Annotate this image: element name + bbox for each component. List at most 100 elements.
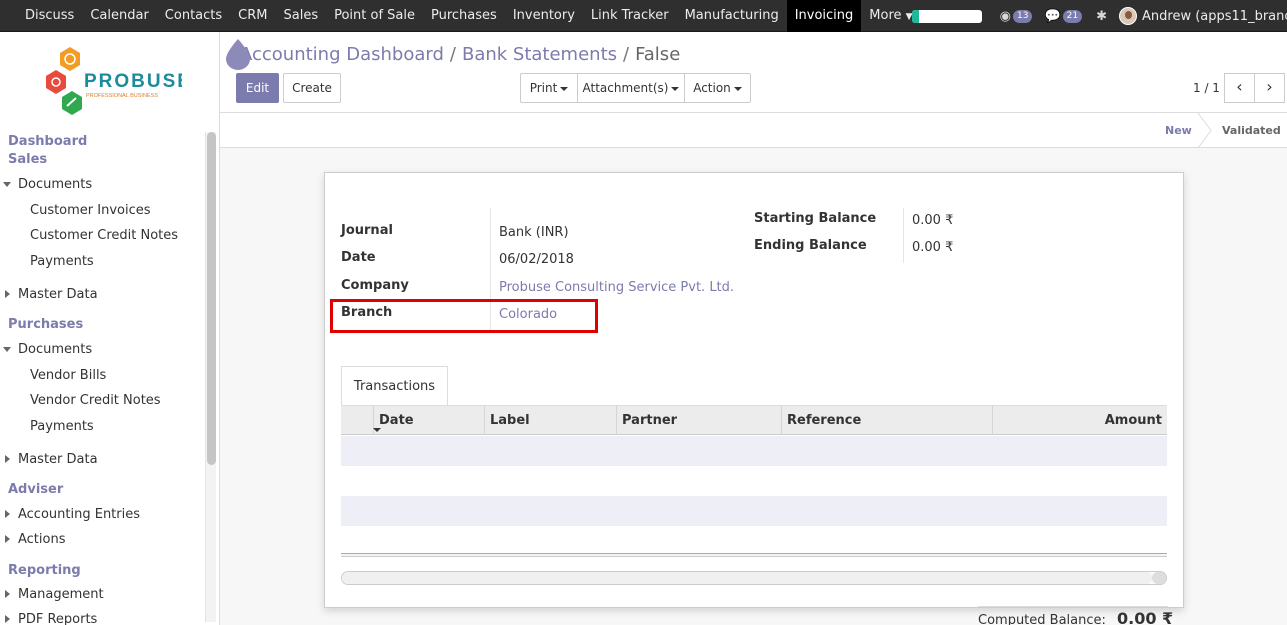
logo-tagline: PROFESSIONAL BUSINESS	[86, 93, 158, 99]
journal-label: Journal	[341, 223, 393, 238]
starting-balance-label: Starting Balance	[754, 211, 877, 226]
sidebar-purchases-master-data[interactable]: Master Data	[5, 452, 98, 467]
company-label: Company	[341, 278, 409, 293]
sidebar-management[interactable]: Management	[5, 587, 104, 602]
activity-icon[interactable]: ◉	[1000, 9, 1011, 24]
app-menu: Discuss Calendar Contacts CRM Sales Poin…	[17, 0, 921, 32]
edit-button[interactable]: Edit	[236, 73, 279, 103]
sidebar-pdf-reports-label: PDF Reports	[18, 612, 98, 625]
sidebar-sales-master-data-label: Master Data	[18, 287, 98, 302]
menu-calendar[interactable]: Calendar	[82, 0, 156, 32]
computed-balance-value: 0.00 ₹	[1117, 609, 1174, 625]
ending-balance-label: Ending Balance	[754, 238, 867, 253]
status-new[interactable]: New	[1165, 113, 1192, 148]
sidebar-purchases-payments[interactable]: Payments	[30, 419, 94, 434]
caret-right-icon	[5, 615, 10, 623]
menu-sales[interactable]: Sales	[275, 0, 326, 32]
table-row[interactable]	[341, 466, 1167, 496]
avatar[interactable]	[1119, 7, 1137, 25]
chevron-right-icon: ›	[1266, 77, 1273, 96]
sidebar-sales-master-data[interactable]: Master Data	[5, 287, 98, 302]
status-validated[interactable]: Validated	[1222, 113, 1281, 148]
menu-crm[interactable]: CRM	[230, 0, 275, 32]
table-row[interactable]	[341, 496, 1167, 526]
column-amount[interactable]: Amount	[992, 406, 1167, 435]
breadcrumb-separator: /	[623, 44, 630, 65]
sidebar-actions[interactable]: Actions	[5, 532, 66, 547]
menu-invoicing[interactable]: Invoicing	[786, 0, 862, 32]
loading-drop-icon	[226, 39, 250, 70]
menu-more-label: More	[869, 8, 902, 23]
sidebar-accounting-entries-label: Accounting Entries	[18, 507, 141, 522]
caret-right-icon	[5, 535, 10, 543]
menu-discuss[interactable]: Discuss	[17, 0, 82, 32]
control-panel: Accounting Dashboard / Bank Statements / Fal…	[220, 32, 1287, 113]
sidebar-purchases-master-data-label: Master Data	[18, 452, 98, 467]
pager-next-button[interactable]: ›	[1254, 73, 1285, 103]
print-label: Print	[529, 81, 558, 95]
caret-down-icon	[671, 86, 680, 91]
tab-transactions[interactable]: Transactions	[341, 366, 448, 406]
column-reference[interactable]: Reference	[781, 406, 992, 435]
scrollbar-thumb[interactable]	[342, 572, 1152, 584]
menu-link-tracker[interactable]: Link Tracker	[583, 0, 677, 32]
column-partner[interactable]: Partner	[616, 406, 781, 435]
date-label: Date	[341, 250, 376, 265]
pager-previous-button[interactable]: ‹	[1224, 73, 1255, 103]
logo-name: PROBUSE	[84, 71, 182, 92]
breadcrumb-bank-statements[interactable]: Bank Statements	[462, 44, 617, 65]
sidebar-customer-invoices[interactable]: Customer Invoices	[30, 203, 151, 218]
sidebar-reporting[interactable]: Reporting	[8, 563, 81, 578]
user-menu[interactable]: Andrew (apps11_branc...	[1142, 9, 1287, 24]
bug-icon[interactable]: ✱	[1096, 9, 1107, 24]
table-horizontal-scrollbar[interactable]	[341, 571, 1167, 585]
sidebar-scrollbar-thumb[interactable]	[207, 132, 216, 465]
menu-inventory[interactable]: Inventory	[505, 0, 583, 32]
sidebar-sales[interactable]: Sales	[8, 152, 47, 167]
pager-value: 1 / 1	[1193, 81, 1220, 95]
sidebar-purchases[interactable]: Purchases	[8, 317, 83, 332]
sidebar-vendor-bills[interactable]: Vendor Bills	[30, 368, 106, 383]
sidebar-adviser[interactable]: Adviser	[8, 482, 63, 497]
caret-down-icon	[733, 86, 742, 91]
caret-right-icon	[5, 590, 10, 598]
sidebar-scrollbar[interactable]	[205, 132, 216, 622]
logo-hex-top	[60, 47, 80, 71]
chat-icon[interactable]: 💬	[1044, 9, 1060, 24]
sort-desc-icon	[373, 428, 381, 432]
planner-progress-bar[interactable]	[911, 9, 982, 23]
sidebar-actions-label: Actions	[18, 532, 66, 547]
probuse-logo: PROBUSE PROFESSIONAL BUSINESS	[46, 47, 182, 115]
sidebar-purchases-documents[interactable]: Documents	[3, 342, 92, 357]
sidebar-dashboard[interactable]: Dashboard	[8, 134, 87, 149]
attachments-dropdown[interactable]: Attachment(s)	[577, 73, 685, 103]
messages-badge: 21	[1062, 9, 1083, 23]
computed-balance-divider	[978, 606, 1168, 607]
sidebar-pdf-reports[interactable]: PDF Reports	[5, 612, 98, 625]
table-row[interactable]	[341, 526, 1167, 556]
menu-manufacturing[interactable]: Manufacturing	[677, 0, 787, 32]
top-navbar: Discuss Calendar Contacts CRM Sales Poin…	[0, 0, 1287, 32]
sidebar-vendor-credit-notes[interactable]: Vendor Credit Notes	[30, 393, 161, 408]
form-sheet: Journal Bank (INR) Date 06/02/2018 Compa…	[324, 172, 1184, 608]
date-value: 06/02/2018	[499, 252, 574, 267]
create-button[interactable]: Create	[283, 73, 341, 103]
table-footer	[341, 553, 1167, 557]
sidebar-sales-payments[interactable]: Payments	[30, 254, 94, 269]
action-dropdown[interactable]: Action	[684, 73, 751, 103]
sidebar-sales-documents[interactable]: Documents	[3, 177, 92, 192]
breadcrumb-accounting-dashboard[interactable]: Accounting Dashboard	[240, 44, 444, 65]
progress-fill	[911, 9, 919, 23]
sidebar-customer-credit-notes[interactable]: Customer Credit Notes	[30, 228, 178, 243]
table-header: Date Label Partner Reference Amount	[341, 406, 1167, 435]
column-date[interactable]: Date	[373, 406, 484, 435]
statusbar: New Validated	[220, 113, 1287, 148]
menu-point-of-sale[interactable]: Point of Sale	[326, 0, 423, 32]
table-row[interactable]	[341, 436, 1167, 466]
menu-purchases[interactable]: Purchases	[423, 0, 505, 32]
print-dropdown[interactable]: Print	[520, 73, 578, 103]
company-link[interactable]: Probuse Consulting Service Pvt. Ltd.	[499, 280, 734, 295]
menu-contacts[interactable]: Contacts	[157, 0, 230, 32]
column-label[interactable]: Label	[484, 406, 616, 435]
sidebar-accounting-entries[interactable]: Accounting Entries	[5, 507, 141, 522]
